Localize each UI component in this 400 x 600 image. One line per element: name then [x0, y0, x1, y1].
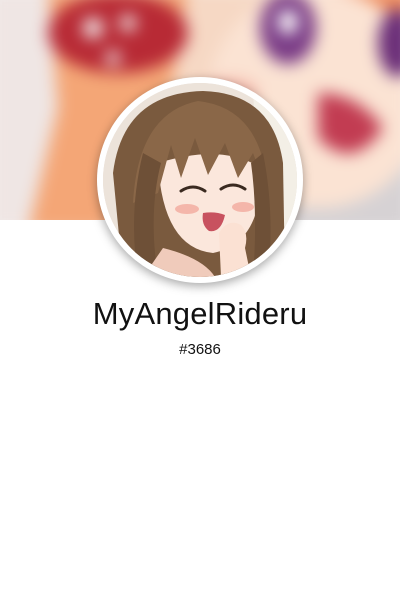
user-discriminator: #3686 [179, 341, 221, 358]
avatar[interactable] [103, 83, 297, 277]
avatar-artwork [103, 83, 297, 277]
username: MyAngelRideru [92, 296, 308, 331]
profile-card: MyAngelRideru #3686 [0, 0, 400, 600]
